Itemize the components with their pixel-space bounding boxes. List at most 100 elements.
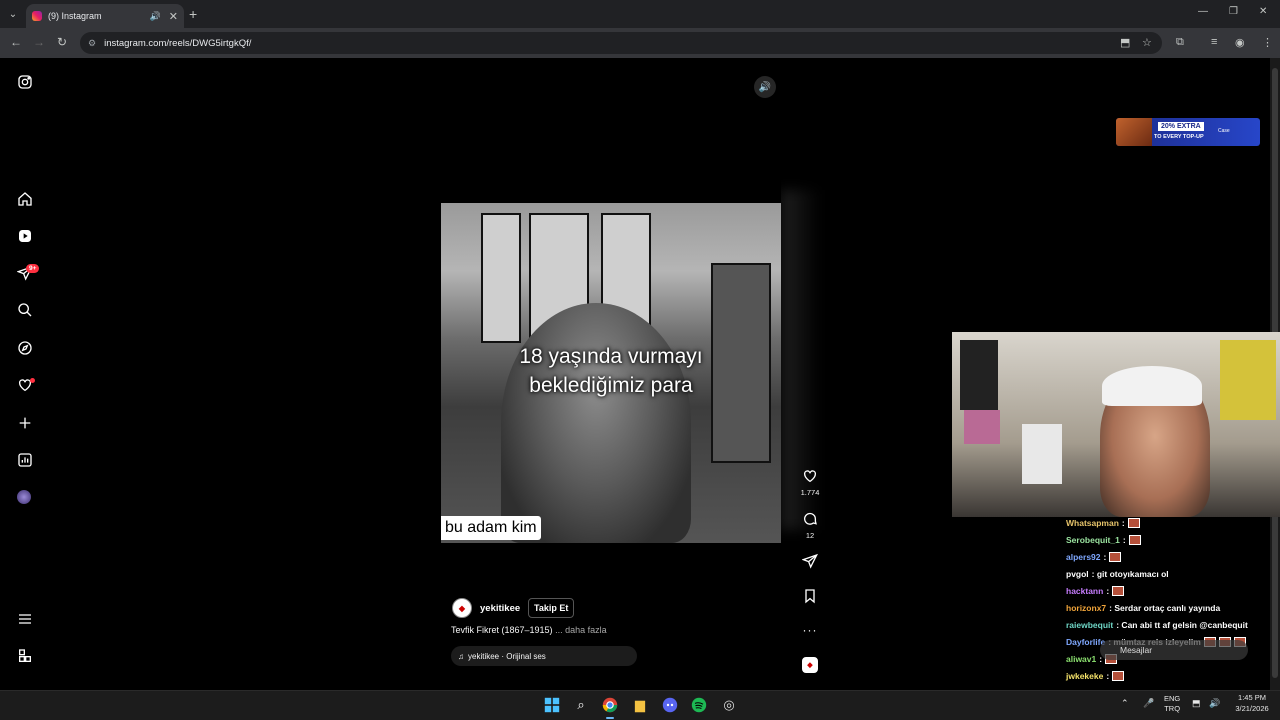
audio-thumbnail-icon[interactable]: ◆ [802, 657, 818, 673]
language-indicator[interactable]: ENG TRQ [1164, 694, 1180, 714]
overlay-label: bu adam kim [441, 516, 541, 540]
chrome-icon[interactable] [600, 695, 620, 719]
more-menu-icon[interactable] [16, 610, 34, 628]
site-info-icon[interactable]: ⚙ [88, 38, 96, 49]
language-line-1: ENG [1164, 694, 1181, 703]
spotify-icon[interactable] [689, 695, 709, 715]
new-tab-icon[interactable]: + [189, 6, 197, 22]
network-icon[interactable]: ⬒ [1192, 698, 1201, 709]
tab-instagram[interactable]: (9) Instagram 🔊 ✕ [26, 4, 184, 28]
tab-list-icon[interactable]: ⌄ [5, 6, 21, 22]
forward-icon[interactable]: → [33, 35, 45, 49]
more-link[interactable]: ... daha fazla [555, 625, 607, 635]
windows-start-icon[interactable] [542, 695, 562, 715]
restore-icon[interactable]: ❐ [1229, 6, 1238, 17]
more-options-icon[interactable]: ··· [800, 623, 820, 637]
likes-count: 1.774 [800, 488, 820, 497]
chat-username: hacktann [1066, 585, 1104, 596]
chat-username: raiewbequit [1066, 619, 1114, 630]
minimize-icon[interactable]: — [1198, 6, 1208, 17]
audio-attribution[interactable]: ♫ yekitikee · Orijinal ses [451, 646, 637, 666]
chat-username: Dayforlife [1066, 636, 1106, 647]
reload-icon[interactable]: ↻ [57, 35, 67, 49]
chat-text: : [1121, 517, 1125, 528]
chat-message: raiewbequit: Can abi tt af gelsin @canbe… [1066, 616, 1278, 633]
also-from-meta-icon[interactable] [16, 647, 34, 665]
person-figure [501, 303, 691, 543]
audio-playing-icon[interactable]: 🔊 [150, 11, 161, 22]
home-icon[interactable] [16, 190, 34, 208]
comment-icon[interactable] [800, 511, 820, 532]
chat-text: : [1103, 551, 1107, 562]
chat-message: Whatsapman: [1066, 514, 1278, 531]
volume-icon[interactable]: 🔊 [1209, 698, 1220, 709]
wall-poster [964, 410, 1000, 444]
tab-title: (9) Instagram [48, 11, 102, 21]
ad-brand: Case [1218, 128, 1230, 134]
instagram-favicon-icon [32, 11, 42, 21]
chat-emote-icon [1128, 534, 1141, 545]
close-window-icon[interactable]: ✕ [1259, 6, 1267, 17]
language-line-2: TRQ [1164, 704, 1181, 713]
profile-icon[interactable]: ◉ [1235, 36, 1245, 49]
address-bar[interactable]: ⚙ instagram.com/reels/DWG5irtgkQf/ [80, 32, 1162, 54]
instagram-logo-icon[interactable] [16, 73, 34, 91]
explore-icon[interactable] [16, 339, 34, 357]
profile-avatar-icon[interactable] [17, 490, 31, 504]
extensions-icon[interactable]: ⧉ [1176, 36, 1184, 49]
ad-banner[interactable]: 20% EXTRA TO EVERY TOP-UP Case [1116, 118, 1260, 146]
chat-text: : git otoyıkamacı ol [1091, 568, 1169, 579]
music-note-icon: ♫ [458, 651, 464, 661]
chat-username: Whatsapman [1066, 517, 1119, 528]
close-icon[interactable]: ✕ [169, 10, 178, 23]
back-icon[interactable]: ← [10, 35, 22, 49]
wall-poster [1022, 424, 1062, 484]
menu-icon[interactable]: ⋮ [1262, 36, 1273, 49]
chat-message: Serobequit_1: [1066, 531, 1278, 548]
chat-message: horizonx7: Serdar ortaç canlı yayında [1066, 599, 1278, 616]
search-taskbar-icon[interactable]: ⌕ [571, 695, 591, 715]
app-icon[interactable]: ◎ [719, 695, 739, 715]
follow-button[interactable]: Takip Et [528, 598, 575, 618]
messages-popup[interactable]: Mesajlar [1100, 640, 1248, 660]
reading-list-icon[interactable]: ≡ [1211, 36, 1217, 48]
dashboard-icon[interactable] [16, 451, 34, 469]
like-icon[interactable] [800, 468, 820, 489]
save-bookmark-icon[interactable] [800, 588, 820, 609]
notification-dot [30, 378, 35, 383]
wall-poster [960, 340, 998, 410]
search-icon[interactable] [16, 301, 34, 319]
messages-popup-label: Mesajlar [1120, 645, 1153, 655]
chat-text: : Can abi tt af gelsin @canbequit [1116, 619, 1248, 630]
video-caption: 18 yaşında vurmayı beklediğimiz para [441, 342, 781, 400]
url-text: instagram.com/reels/DWG5irtgkQf/ [104, 37, 252, 49]
create-icon[interactable] [16, 414, 34, 432]
caption-line-2: beklediğimiz para [529, 374, 693, 397]
bookmark-star-icon[interactable]: ☆ [1142, 36, 1152, 49]
chat-message: hacktann: [1066, 582, 1278, 599]
clock[interactable]: 1:45 PM 3/21/2026 [1230, 692, 1274, 714]
file-explorer-icon[interactable]: ▆ [630, 695, 650, 715]
chat-username: horizonx7 [1066, 602, 1107, 613]
author-avatar[interactable]: ◆ [452, 598, 472, 618]
author-name[interactable]: yekitikee [480, 603, 520, 614]
messages-badge: 9+ [26, 264, 40, 273]
share-icon[interactable] [800, 553, 820, 574]
chat-username: pvgol [1066, 568, 1089, 579]
ad-headline: 20% EXTRA [1158, 122, 1204, 131]
reel-video[interactable]: 18 yaşında vurmayı beklediğimiz para bu … [441, 70, 781, 677]
chat-username: jwkekeke [1066, 670, 1104, 681]
ad-subline: TO EVERY TOP-UP [1154, 134, 1204, 140]
tray-overflow-icon[interactable]: ⌃ [1121, 698, 1129, 709]
sound-toggle-icon[interactable]: 🔊 [754, 76, 776, 98]
streamer-cap [1102, 366, 1202, 406]
discord-icon[interactable] [660, 695, 680, 715]
install-icon[interactable]: ⬒ [1120, 36, 1130, 49]
reels-icon[interactable] [16, 227, 34, 245]
chat-text: : [1106, 670, 1110, 681]
audio-label: yekitikee · Orijinal ses [468, 651, 546, 661]
microphone-icon[interactable]: 🎤 [1143, 698, 1154, 709]
reel-description: Tevfik Fikret (1867–1915) ... daha fazla [451, 625, 607, 635]
treasure-chest-icon [1116, 118, 1152, 146]
chat-message: jwkekeke: [1066, 667, 1278, 684]
